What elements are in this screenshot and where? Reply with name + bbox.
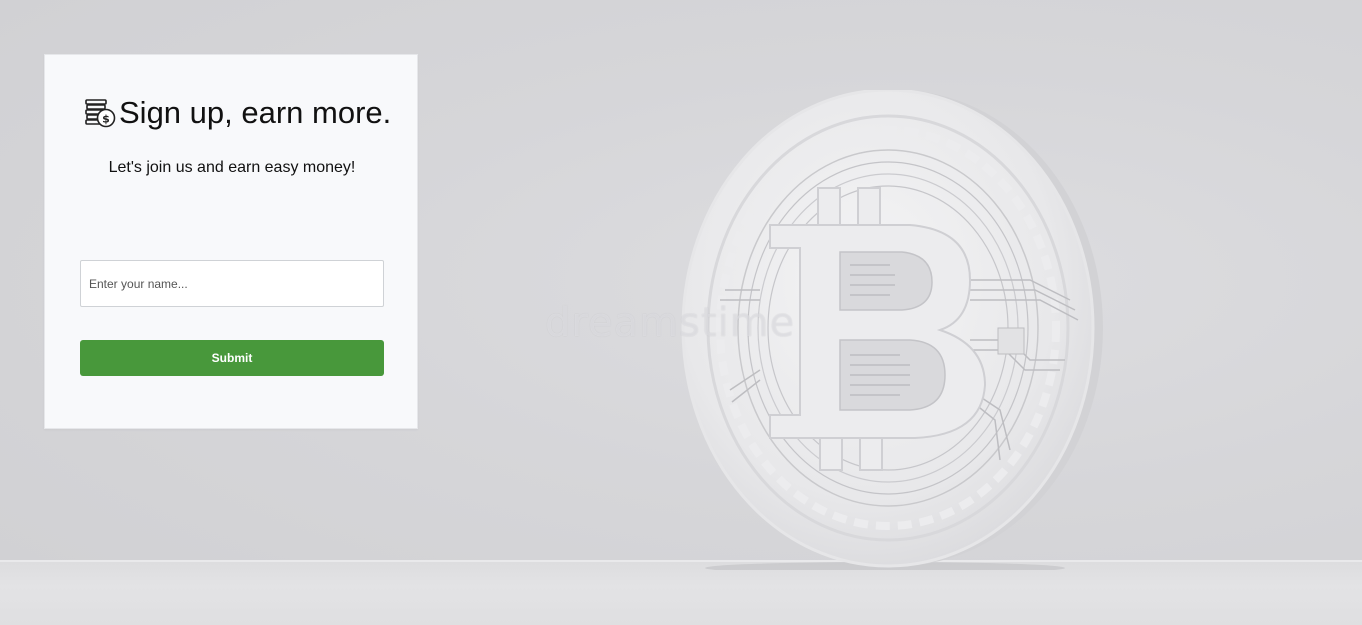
title-row: $ Sign up, earn more. xyxy=(83,93,391,133)
signup-card: $ Sign up, earn more. Let's join us and … xyxy=(44,54,418,429)
page-title: Sign up, earn more. xyxy=(119,95,392,130)
submit-button[interactable]: Submit xyxy=(80,340,384,376)
svg-text:$: $ xyxy=(102,113,110,126)
watermark-text: dreamstime xyxy=(545,300,796,346)
name-input[interactable] xyxy=(80,260,384,307)
signup-subtitle: Let's join us and earn easy money! xyxy=(108,159,356,176)
money-coins-icon: $ xyxy=(83,96,117,130)
